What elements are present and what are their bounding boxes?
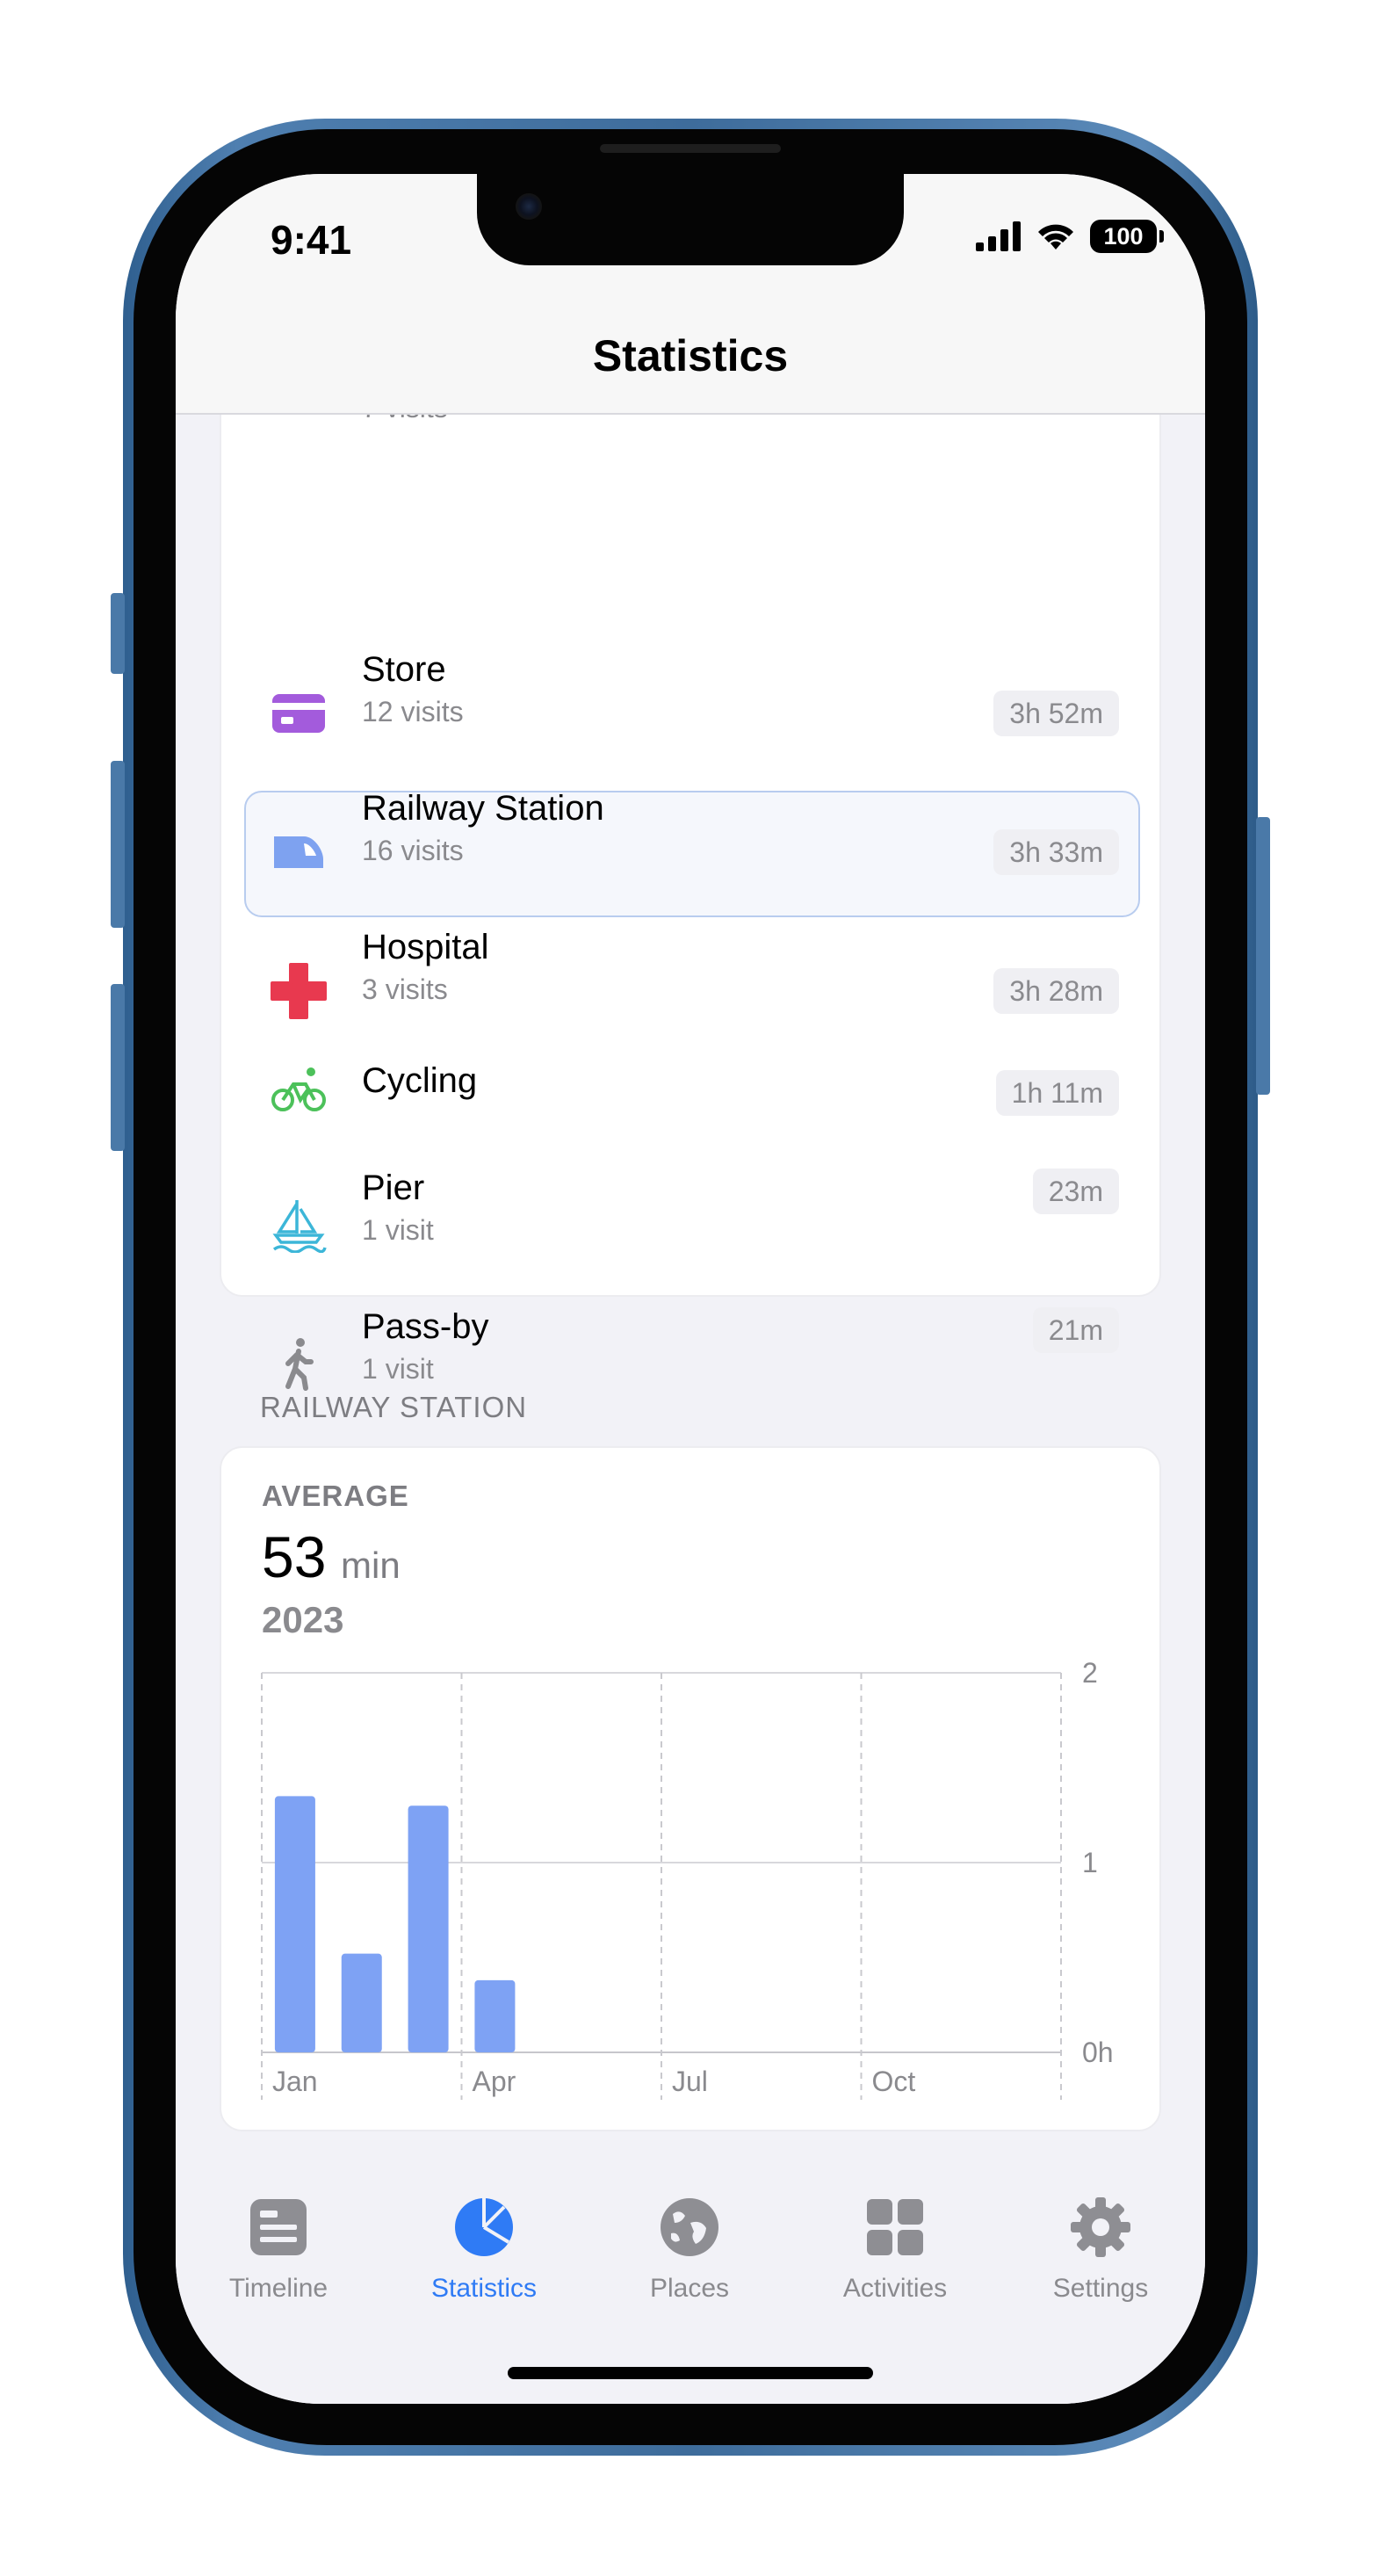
tab-label: Activities — [842, 2274, 948, 2303]
earpiece-speaker — [600, 144, 781, 153]
tab-places[interactable]: Places — [587, 2133, 792, 2309]
list-item-subtitle: 3 visits — [362, 973, 448, 1005]
credit-card-icon — [271, 685, 327, 742]
duration-badge: 23m — [1032, 1169, 1119, 1214]
medical-cross-icon — [271, 963, 327, 1019]
list-item-subtitle: 1 visit — [362, 1214, 434, 1246]
tab-bar: Timeline Statistics Places Activities Se… — [176, 2133, 1205, 2404]
duration-badge: 3h 52m — [993, 691, 1119, 736]
list-item-title: Store — [362, 650, 446, 689]
x-tick-label: Oct — [872, 2066, 916, 2097]
bicycle-icon — [271, 1061, 327, 1118]
x-tick-label: Jan — [272, 2066, 318, 2097]
average-chart-card: AVERAGE 53 min 2023 0h 1 2 Jan Apr Jul Oct — [220, 1446, 1161, 2131]
x-tick-label: Apr — [473, 2066, 516, 2097]
tab-label: Timeline — [228, 2274, 329, 2303]
tab-label: Places — [649, 2274, 730, 2303]
x-tick-label: Jul — [672, 2066, 708, 2097]
bar-mar — [408, 1805, 449, 2052]
walking-person-icon — [271, 1335, 327, 1392]
duration-badge: 3h 33m — [993, 829, 1119, 875]
train-icon — [271, 824, 327, 880]
list-item-title: Cycling — [362, 1061, 478, 1100]
status-time: 9:41 — [271, 217, 352, 263]
grid-icon — [867, 2199, 923, 2255]
section-header: RAILWAY STATION — [260, 1391, 528, 1423]
volume-up-button — [111, 761, 125, 928]
list-item-title: Railway Station — [362, 789, 604, 828]
home-indicator — [508, 2367, 873, 2379]
tab-label: Settings — [1052, 2274, 1149, 2303]
wifi-icon — [1038, 224, 1073, 250]
list-item-title: Hospital — [362, 928, 489, 966]
timeline-icon — [250, 2199, 307, 2255]
y-tick-label: 1 — [1082, 1847, 1098, 1878]
duration-badge: 3h 28m — [993, 968, 1119, 1014]
cellular-signal-icon — [976, 221, 1021, 251]
tab-settings[interactable]: Settings — [998, 2133, 1203, 2309]
front-camera — [516, 193, 542, 220]
pie-chart-icon — [455, 2198, 513, 2256]
power-button — [1256, 817, 1270, 1095]
y-tick-label: 2 — [1082, 1657, 1098, 1689]
sailboat-icon — [271, 1197, 327, 1253]
tab-timeline[interactable]: Timeline — [176, 2133, 381, 2309]
dynamic-island — [477, 174, 904, 265]
list-item-title: Pier — [362, 1169, 425, 1207]
tab-label: Statistics — [430, 2274, 538, 2303]
duration-badge: 1h 11m — [995, 1070, 1119, 1116]
places-list-card: 7 visits Store 12 visits 3h 52m Railway … — [220, 350, 1161, 1391]
list-item-subtitle: 1 visit — [362, 1353, 434, 1385]
gear-icon — [1071, 2197, 1130, 2257]
globe-icon — [661, 2198, 718, 2256]
bar-feb — [341, 1953, 382, 2052]
duration-badge: 21m — [1032, 1307, 1119, 1353]
bar-jan — [274, 1796, 315, 2052]
battery-icon: 100 — [1090, 220, 1164, 253]
screen: 7 visits Store 12 visits 3h 52m Railway … — [176, 174, 1205, 2404]
volume-down-button — [111, 984, 125, 1151]
mute-switch — [111, 593, 125, 674]
status-icons: 100 — [976, 220, 1164, 253]
y-tick-label: 0h — [1082, 2037, 1114, 2068]
tab-statistics[interactable]: Statistics — [381, 2133, 587, 2309]
list-item-subtitle: 12 visits — [362, 696, 464, 727]
bar-chart: 0h 1 2 Jan Apr Jul Oct — [261, 1657, 1114, 2100]
list-item-title: Pass-by — [362, 1307, 489, 1346]
bar-apr — [474, 1979, 516, 2052]
tab-activities[interactable]: Activities — [792, 2133, 998, 2309]
list-item-subtitle: 16 visits — [362, 835, 464, 866]
page-title: Statistics — [592, 331, 789, 380]
